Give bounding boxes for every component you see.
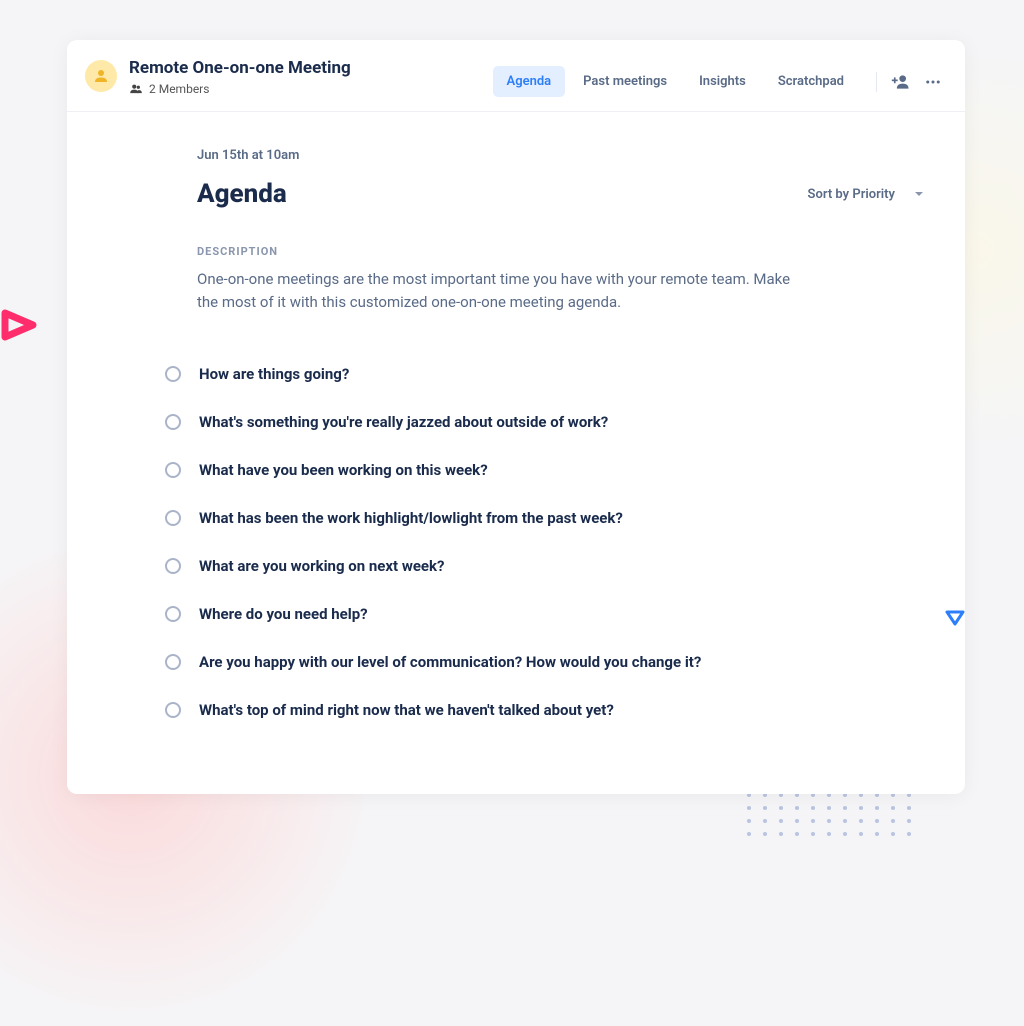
item-checkbox[interactable] [165, 558, 181, 574]
item-checkbox[interactable] [165, 702, 181, 718]
triangle-decoration-icon [0, 305, 40, 349]
item-text[interactable]: Where do you need help? [199, 605, 368, 623]
item-text[interactable]: What are you working on next week? [199, 557, 445, 575]
item-text[interactable]: What has been the work highlight/lowligh… [199, 509, 623, 527]
list-item: What has been the work highlight/lowligh… [165, 509, 925, 527]
add-person-button[interactable] [891, 72, 911, 92]
person-add-icon [891, 72, 911, 92]
meeting-title: Remote One-on-one Meeting [129, 58, 351, 78]
members-label: 2 Members [149, 82, 209, 96]
members-info[interactable]: 2 Members [129, 82, 351, 96]
list-item: What are you working on next week? [165, 557, 925, 575]
description-label: DESCRIPTION [197, 245, 925, 258]
item-text[interactable]: What's something you're really jazzed ab… [199, 413, 608, 431]
item-checkbox[interactable] [165, 414, 181, 430]
page-title: Agenda [197, 179, 287, 209]
header: Remote One-on-one Meeting 2 Members Agen… [67, 40, 965, 112]
more-options-button[interactable] [923, 72, 943, 92]
meeting-datetime: Jun 15th at 10am [197, 148, 925, 163]
item-checkbox[interactable] [165, 606, 181, 622]
header-info: Remote One-on-one Meeting 2 Members [129, 58, 351, 96]
item-text[interactable]: Are you happy with our level of communic… [199, 653, 701, 671]
header-right: Agenda Past meetings Insights Scratchpad [493, 66, 943, 97]
description-text: One-on-one meetings are the most importa… [197, 268, 797, 313]
sort-label: Sort by Priority [808, 187, 895, 202]
item-checkbox[interactable] [165, 366, 181, 382]
list-item: Are you happy with our level of communic… [165, 653, 925, 671]
item-text[interactable]: How are things going? [199, 365, 349, 383]
list-item: Where do you need help? [165, 605, 925, 623]
person-icon [92, 67, 110, 85]
item-checkbox[interactable] [165, 654, 181, 670]
list-item: What's top of mind right now that we hav… [165, 701, 925, 719]
avatar[interactable] [85, 60, 117, 92]
tab-agenda[interactable]: Agenda [493, 66, 566, 97]
chevron-down-icon [913, 188, 925, 200]
tab-past-meetings[interactable]: Past meetings [569, 66, 681, 97]
sort-control[interactable]: Sort by Priority [808, 187, 925, 202]
tab-insights[interactable]: Insights [685, 66, 760, 97]
header-actions [876, 72, 943, 92]
agenda-items-list: How are things going? What's something y… [165, 365, 925, 719]
tabs: Agenda Past meetings Insights Scratchpad [493, 66, 858, 97]
content-area: Jun 15th at 10am Agenda Sort by Priority… [67, 112, 965, 769]
list-item: What have you been working on this week? [165, 461, 925, 479]
meeting-card: Remote One-on-one Meeting 2 Members Agen… [67, 40, 965, 794]
list-item: How are things going? [165, 365, 925, 383]
item-checkbox[interactable] [165, 510, 181, 526]
tab-scratchpad[interactable]: Scratchpad [764, 66, 858, 97]
triangle-decoration-icon [944, 608, 966, 634]
item-text[interactable]: What's top of mind right now that we hav… [199, 701, 614, 719]
item-text[interactable]: What have you been working on this week? [199, 461, 488, 479]
header-left: Remote One-on-one Meeting 2 Members [85, 58, 351, 96]
title-row: Agenda Sort by Priority [197, 179, 925, 209]
item-checkbox[interactable] [165, 462, 181, 478]
people-icon [129, 82, 143, 96]
more-horizontal-icon [924, 73, 942, 91]
list-item: What's something you're really jazzed ab… [165, 413, 925, 431]
